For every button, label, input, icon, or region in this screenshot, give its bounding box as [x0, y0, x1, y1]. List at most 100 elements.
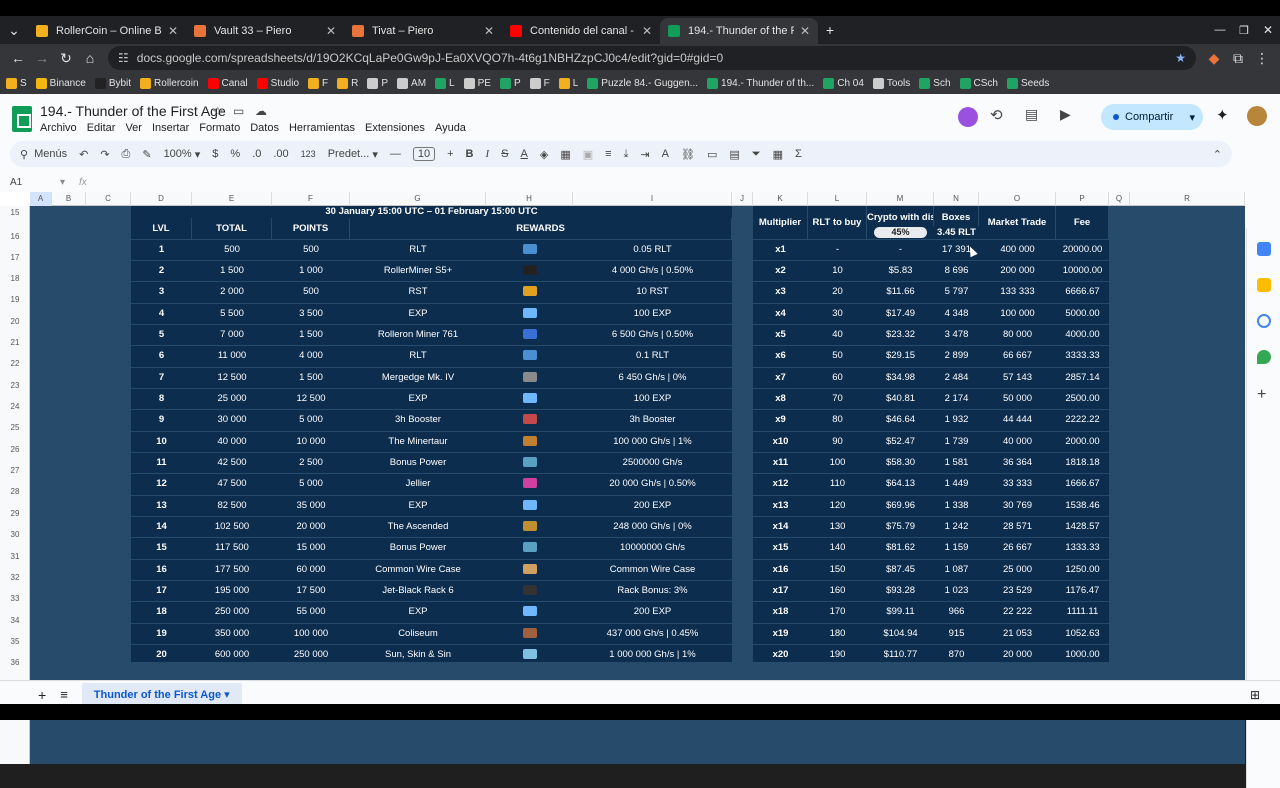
- tasks-icon[interactable]: [1257, 314, 1271, 328]
- browser-tab[interactable]: RollerCoin – Online Bitcoin Mi ✕: [28, 18, 186, 44]
- collapse-toolbar-icon[interactable]: ⌃: [1213, 148, 1222, 161]
- row-header[interactable]: 27: [0, 466, 30, 475]
- column-header[interactable]: A: [30, 192, 52, 206]
- fill-color-icon[interactable]: ◈: [540, 148, 548, 161]
- minimize-icon[interactable]: —: [1208, 18, 1232, 42]
- bookmark-item[interactable]: Bybit: [94, 77, 131, 89]
- font-size-input[interactable]: 10: [412, 147, 436, 161]
- calendar-icon[interactable]: [1257, 242, 1271, 256]
- browser-tab[interactable]: Tivat – Piero ✕: [344, 18, 502, 44]
- decrease-decimal-button[interactable]: .0: [252, 148, 261, 160]
- increase-decimal-button[interactable]: .00: [273, 148, 288, 160]
- filter-icon[interactable]: ⏷: [752, 148, 761, 161]
- menu-item[interactable]: Insertar: [152, 122, 189, 134]
- gem-extension-icon[interactable]: [958, 107, 978, 127]
- meet-icon[interactable]: ▶: [1060, 106, 1071, 123]
- merge-icon[interactable]: ▣: [583, 148, 593, 161]
- font-size-plus-icon[interactable]: +: [447, 148, 453, 160]
- row-header[interactable]: 16: [0, 232, 30, 241]
- history-icon[interactable]: ⟲: [990, 106, 1003, 124]
- column-header[interactable]: E: [192, 192, 272, 206]
- tab-search-icon[interactable]: ⌄: [2, 18, 26, 42]
- menu-item[interactable]: Ver: [125, 122, 142, 134]
- comment-icon[interactable]: ▭: [707, 148, 717, 161]
- strikethrough-icon[interactable]: S: [501, 148, 508, 160]
- row-header[interactable]: 20: [0, 317, 30, 326]
- bookmark-item[interactable]: CSch: [959, 77, 998, 89]
- row-header[interactable]: 26: [0, 445, 30, 454]
- bookmark-item[interactable]: P: [367, 77, 388, 89]
- bookmark-item[interactable]: Puzzle 84.- Guggen...: [587, 77, 698, 89]
- column-header[interactable]: I: [573, 192, 732, 206]
- new-tab-icon[interactable]: +: [818, 18, 842, 42]
- menu-item[interactable]: Editar: [87, 122, 116, 134]
- menu-item[interactable]: Ayuda: [435, 122, 466, 134]
- align-icon[interactable]: ≡: [605, 148, 611, 160]
- text-color-icon[interactable]: A: [521, 148, 528, 160]
- maps-icon[interactable]: [1257, 350, 1271, 364]
- star-icon[interactable]: ☆: [212, 104, 224, 120]
- bookmark-item[interactable]: R: [337, 77, 358, 89]
- borders-icon[interactable]: ▦: [560, 148, 570, 161]
- bookmark-item[interactable]: L: [558, 77, 578, 89]
- row-header[interactable]: 35: [0, 637, 30, 646]
- gemini-icon[interactable]: ✦: [1216, 106, 1229, 124]
- extension-fox-icon[interactable]: ◆: [1202, 46, 1226, 70]
- font-size-minus-icon[interactable]: —: [390, 148, 401, 160]
- row-header[interactable]: 18: [0, 274, 30, 283]
- bookmark-item[interactable]: Studio: [256, 77, 299, 89]
- tab-close-icon[interactable]: ✕: [326, 24, 336, 38]
- bookmark-item[interactable]: AM: [397, 77, 426, 89]
- menu-item[interactable]: Datos: [250, 122, 279, 134]
- row-header[interactable]: 33: [0, 594, 30, 603]
- column-header[interactable]: J: [732, 192, 753, 206]
- row-header[interactable]: 15: [0, 208, 30, 217]
- spreadsheet-grid[interactable]: ABCDEFGHIJKLMNOPQR 15 16 17 18 19 20 21 22 23 24 2…: [0, 192, 1245, 764]
- row-header[interactable]: 34: [0, 616, 30, 625]
- column-header[interactable]: O: [979, 192, 1056, 206]
- column-header[interactable]: C: [86, 192, 131, 206]
- browser-tab[interactable]: Contenido del canal - YouTube ✕: [502, 18, 660, 44]
- column-header[interactable]: R: [1130, 192, 1245, 206]
- bookmark-item[interactable]: Sch: [919, 77, 951, 89]
- column-header[interactable]: K: [753, 192, 808, 206]
- wrap-icon[interactable]: ⇥: [640, 148, 649, 161]
- column-header[interactable]: D: [131, 192, 192, 206]
- row-header[interactable]: 21: [0, 338, 30, 347]
- column-header[interactable]: G: [350, 192, 486, 206]
- bold-icon[interactable]: B: [466, 148, 474, 160]
- filter-views-icon[interactable]: ▦: [773, 148, 783, 161]
- bookmark-item[interactable]: S: [6, 77, 27, 89]
- row-header[interactable]: 19: [0, 295, 30, 304]
- column-header[interactable]: Q: [1109, 192, 1130, 206]
- redo-icon[interactable]: ↷: [100, 148, 109, 161]
- bookmark-item[interactable]: Tools: [872, 77, 910, 89]
- extensions-icon[interactable]: ⧉: [1226, 46, 1250, 70]
- keep-icon[interactable]: [1257, 278, 1271, 292]
- currency-button[interactable]: $: [212, 148, 218, 160]
- bookmark-star-icon[interactable]: ★: [1175, 51, 1186, 65]
- comments-icon[interactable]: ▤: [1025, 106, 1038, 123]
- italic-icon[interactable]: I: [486, 148, 490, 160]
- home-icon[interactable]: ⌂: [78, 46, 102, 70]
- add-sheet-icon[interactable]: +: [38, 687, 46, 703]
- row-header[interactable]: 24: [0, 402, 30, 411]
- menu-item[interactable]: Extensiones: [365, 122, 425, 134]
- row-header[interactable]: 28: [0, 487, 30, 496]
- column-header[interactable]: H: [486, 192, 573, 206]
- bookmark-item[interactable]: Canal: [207, 77, 248, 89]
- column-header[interactable]: F: [272, 192, 350, 206]
- bookmark-item[interactable]: F: [308, 77, 328, 89]
- sheet-tab-active[interactable]: Thunder of the First Age ▾: [81, 683, 242, 706]
- row-header[interactable]: 25: [0, 423, 30, 432]
- name-box[interactable]: A1: [10, 177, 60, 188]
- bookmark-item[interactable]: Ch 04: [823, 77, 864, 89]
- row-header[interactable]: 36: [0, 658, 30, 667]
- zoom-select[interactable]: 100% ▾: [164, 148, 201, 161]
- menu-item[interactable]: Formato: [199, 122, 240, 134]
- document-title[interactable]: 194.- Thunder of the First Age: [40, 103, 226, 119]
- url-input[interactable]: ☷ docs.google.com/spreadsheets/d/19O2KCq…: [108, 46, 1196, 70]
- bookmark-item[interactable]: PE: [463, 77, 491, 89]
- undo-icon[interactable]: ↶: [79, 148, 88, 161]
- row-header[interactable]: 17: [0, 253, 30, 262]
